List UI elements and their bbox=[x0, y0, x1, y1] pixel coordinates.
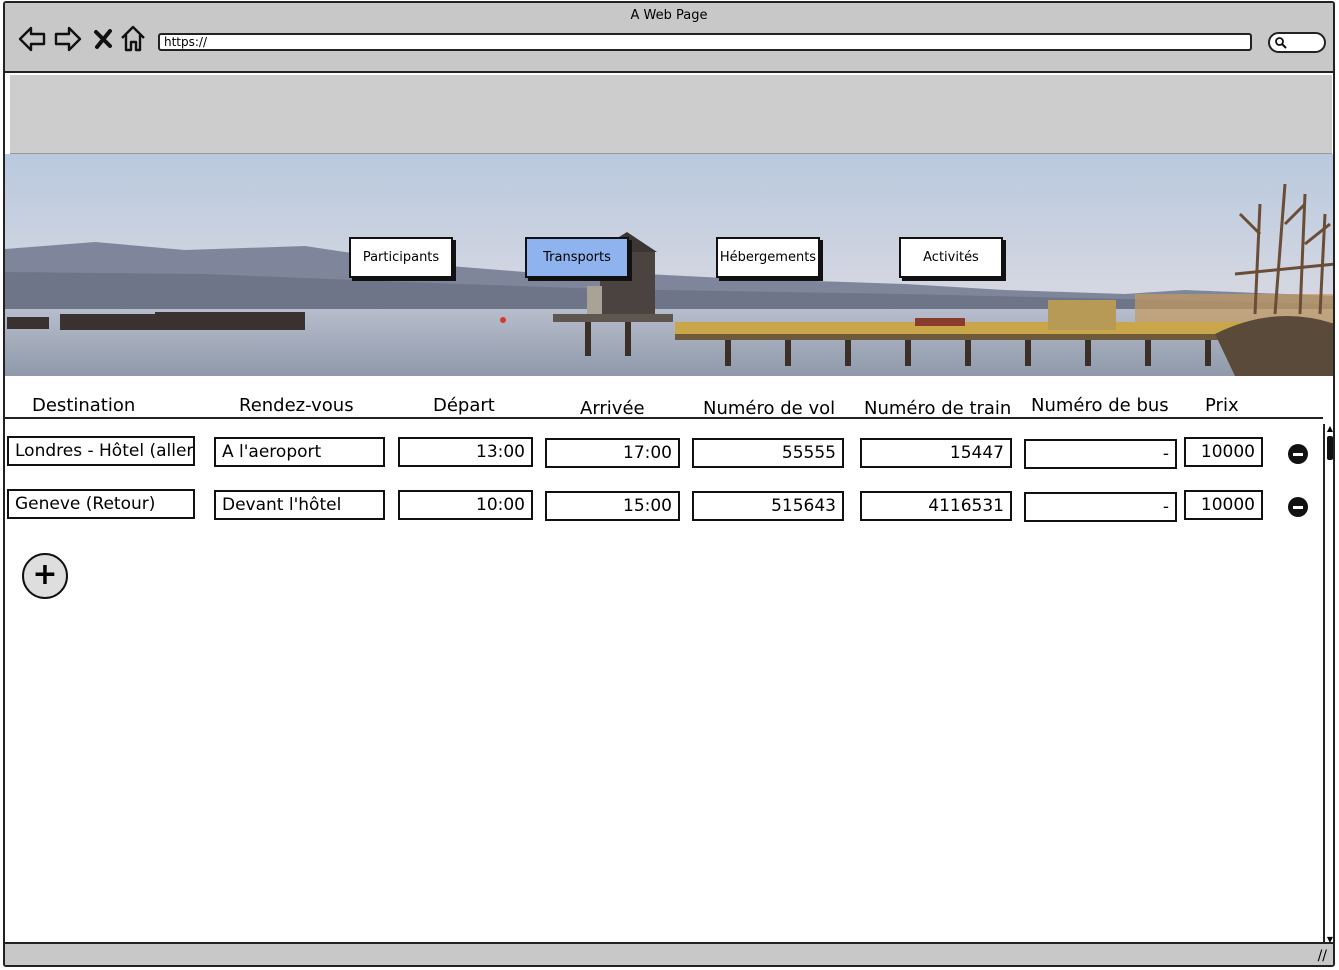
scroll-up-icon[interactable]: ▲ bbox=[1325, 424, 1333, 434]
resize-grip-icon[interactable]: // bbox=[1318, 948, 1327, 964]
hero-lake-image bbox=[5, 154, 1333, 376]
remove-row-icon[interactable] bbox=[1288, 497, 1308, 517]
destination-field[interactable]: Geneve (Retour) bbox=[7, 489, 195, 519]
add-row-icon[interactable]: + bbox=[22, 553, 68, 599]
arrivee-field[interactable]: 17:00 bbox=[545, 438, 680, 468]
tab-participants[interactable]: Participants bbox=[349, 237, 453, 278]
header-banner bbox=[10, 75, 1332, 154]
window-title: A Web Page bbox=[630, 8, 708, 23]
rendezvous-field[interactable]: A l'aeroport bbox=[214, 437, 385, 467]
tab-transports[interactable]: Transports bbox=[525, 237, 629, 278]
tab-hebergements[interactable]: Hébergements bbox=[716, 237, 820, 278]
numero-train-field[interactable]: 15447 bbox=[860, 438, 1012, 468]
close-icon[interactable] bbox=[91, 24, 115, 54]
numero-vol-field[interactable]: 55555 bbox=[692, 438, 844, 468]
column-header-numero-vol: Numéro de vol bbox=[703, 398, 836, 419]
address-bar[interactable]: https:// bbox=[158, 33, 1252, 51]
column-header-numero-bus: Numéro de bus bbox=[1031, 395, 1169, 416]
depart-field[interactable]: 10:00 bbox=[398, 490, 533, 520]
status-bar: // bbox=[5, 942, 1333, 965]
numero-bus-field[interactable]: - bbox=[1024, 492, 1177, 522]
numero-train-field[interactable]: 4116531 bbox=[860, 491, 1012, 521]
tab-activites[interactable]: Activités bbox=[899, 237, 1003, 278]
rendezvous-field[interactable]: Devant l'hôtel bbox=[214, 490, 385, 520]
destination-field[interactable]: Londres - Hôtel (aller bbox=[7, 436, 195, 466]
scrollbar-thumb[interactable] bbox=[1327, 436, 1333, 460]
column-header-prix: Prix bbox=[1205, 395, 1239, 416]
depart-field[interactable]: 13:00 bbox=[398, 437, 533, 467]
prix-field[interactable]: 10000 bbox=[1184, 437, 1263, 467]
prix-field[interactable]: 10000 bbox=[1184, 490, 1263, 520]
header-divider bbox=[5, 417, 1323, 419]
search-icon bbox=[1275, 37, 1287, 49]
column-header-destination: Destination bbox=[32, 395, 136, 416]
home-icon[interactable] bbox=[119, 24, 147, 54]
search-box[interactable] bbox=[1268, 32, 1326, 53]
remove-row-icon[interactable] bbox=[1288, 444, 1308, 464]
column-header-numero-train: Numéro de train bbox=[864, 398, 1012, 419]
lake-landscape-image bbox=[5, 154, 1333, 376]
numero-bus-field[interactable]: - bbox=[1024, 439, 1177, 469]
arrivee-field[interactable]: 15:00 bbox=[545, 491, 680, 521]
column-header-depart: Départ bbox=[433, 395, 495, 416]
column-header-rendezvous: Rendez-vous bbox=[239, 395, 354, 416]
browser-toolbar: A Web Page https:// bbox=[5, 3, 1333, 73]
browser-window: A Web Page https:// Participants Transpo… bbox=[3, 1, 1335, 967]
forward-arrow-icon[interactable] bbox=[53, 24, 83, 54]
numero-vol-field[interactable]: 515643 bbox=[692, 491, 844, 521]
back-arrow-icon[interactable] bbox=[17, 24, 47, 54]
column-header-arrivee: Arrivée bbox=[580, 398, 645, 419]
vertical-scrollbar[interactable]: ▲ ▼ bbox=[1323, 424, 1333, 945]
